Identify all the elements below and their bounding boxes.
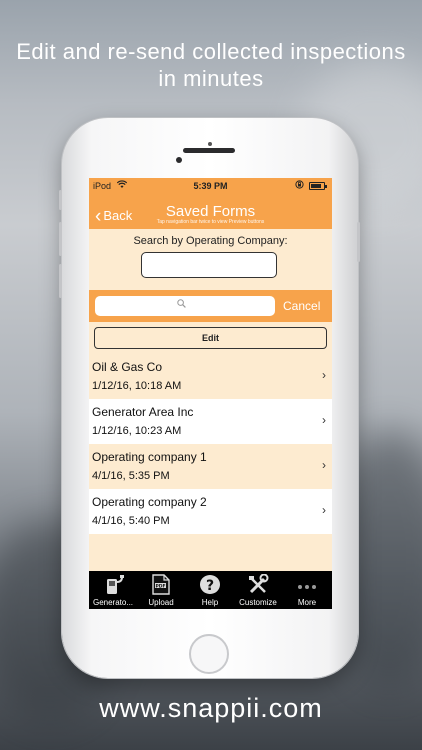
volume-up-button[interactable] (59, 222, 62, 256)
tab-label: Generato... (92, 598, 134, 607)
form-date: 1/12/16, 10:23 AM (92, 425, 182, 437)
status-bar: iPod 5:39 PM (89, 178, 332, 195)
list-item[interactable]: Operating company 1 4/1/16, 5:35 PM › (89, 444, 332, 489)
earpiece-speaker (183, 148, 235, 153)
search-input[interactable] (95, 296, 275, 316)
headline-line-1: Edit and re-send collected inspections (16, 39, 406, 64)
navigation-bar[interactable]: ‹ Back Saved Forms Tap navigation bar twi… (89, 195, 332, 229)
tab-generator[interactable]: Generato... (89, 571, 137, 609)
orientation-lock-icon (295, 180, 304, 191)
tab-customize[interactable]: Customize (234, 571, 282, 609)
battery-icon (309, 182, 327, 190)
form-date: 4/1/16, 5:40 PM (92, 515, 170, 527)
tab-help[interactable]: ? Help (186, 571, 234, 609)
tools-icon (246, 573, 270, 595)
volume-down-button[interactable] (59, 264, 62, 298)
search-bar: Cancel (89, 290, 332, 322)
navigation-hint: Tap navigation bar twice to view Preview… (156, 219, 265, 225)
list-item[interactable]: Operating company 2 4/1/16, 5:40 PM › (89, 489, 332, 534)
form-name: Oil & Gas Co (92, 360, 163, 374)
tab-label: Help (201, 598, 219, 607)
list-item[interactable]: Generator Area Inc 1/12/16, 10:23 AM › (89, 399, 332, 444)
generator-icon (101, 574, 125, 595)
website-url: www.snappii.com (99, 693, 323, 723)
proximity-sensor (208, 142, 212, 146)
tab-label: More (297, 598, 317, 607)
svg-text:PDF: PDF (155, 583, 165, 589)
tab-upload[interactable]: PDF Upload (137, 571, 185, 609)
chevron-right-icon: › (322, 413, 326, 427)
chevron-right-icon: › (322, 458, 326, 472)
list-item[interactable]: Oil & Gas Co 1/12/16, 10:18 AM › (89, 354, 332, 399)
app-screen: iPod 5:39 PM ‹ Back Saved Forms Tap navig… (89, 178, 332, 609)
edit-button[interactable]: Edit (94, 327, 327, 349)
front-camera (176, 157, 182, 163)
power-button[interactable] (357, 222, 360, 262)
tab-label: Customize (239, 598, 277, 607)
home-button[interactable] (189, 634, 229, 674)
cancel-button[interactable]: Cancel (283, 299, 320, 313)
form-name: Operating company 1 (92, 450, 207, 464)
company-search-input[interactable] (141, 252, 277, 278)
pdf-upload-icon: PDF (149, 574, 173, 595)
headline-line-2: in minutes (158, 66, 264, 91)
form-name: Operating company 2 (92, 495, 207, 509)
form-date: 1/12/16, 10:18 AM (92, 380, 182, 392)
form-date: 4/1/16, 5:35 PM (92, 470, 170, 482)
more-icon (295, 574, 319, 595)
tab-label: Upload (148, 598, 174, 607)
svg-text:?: ? (206, 578, 214, 594)
saved-forms-list: Oil & Gas Co 1/12/16, 10:18 AM › Generat… (89, 354, 332, 534)
promo-headline: Edit and re-send collected inspections i… (0, 38, 422, 92)
page-title: Saved Forms (165, 203, 256, 220)
tab-more[interactable]: More (283, 571, 331, 609)
chevron-right-icon: › (322, 368, 326, 382)
help-icon: ? (198, 574, 222, 595)
chevron-right-icon: › (322, 503, 326, 517)
mute-switch[interactable] (59, 190, 62, 210)
form-name: Generator Area Inc (92, 405, 194, 419)
company-search-label: Search by Operating Company: (133, 235, 288, 247)
tab-bar: Generato... PDF Upload ? Help Customize … (89, 571, 332, 609)
